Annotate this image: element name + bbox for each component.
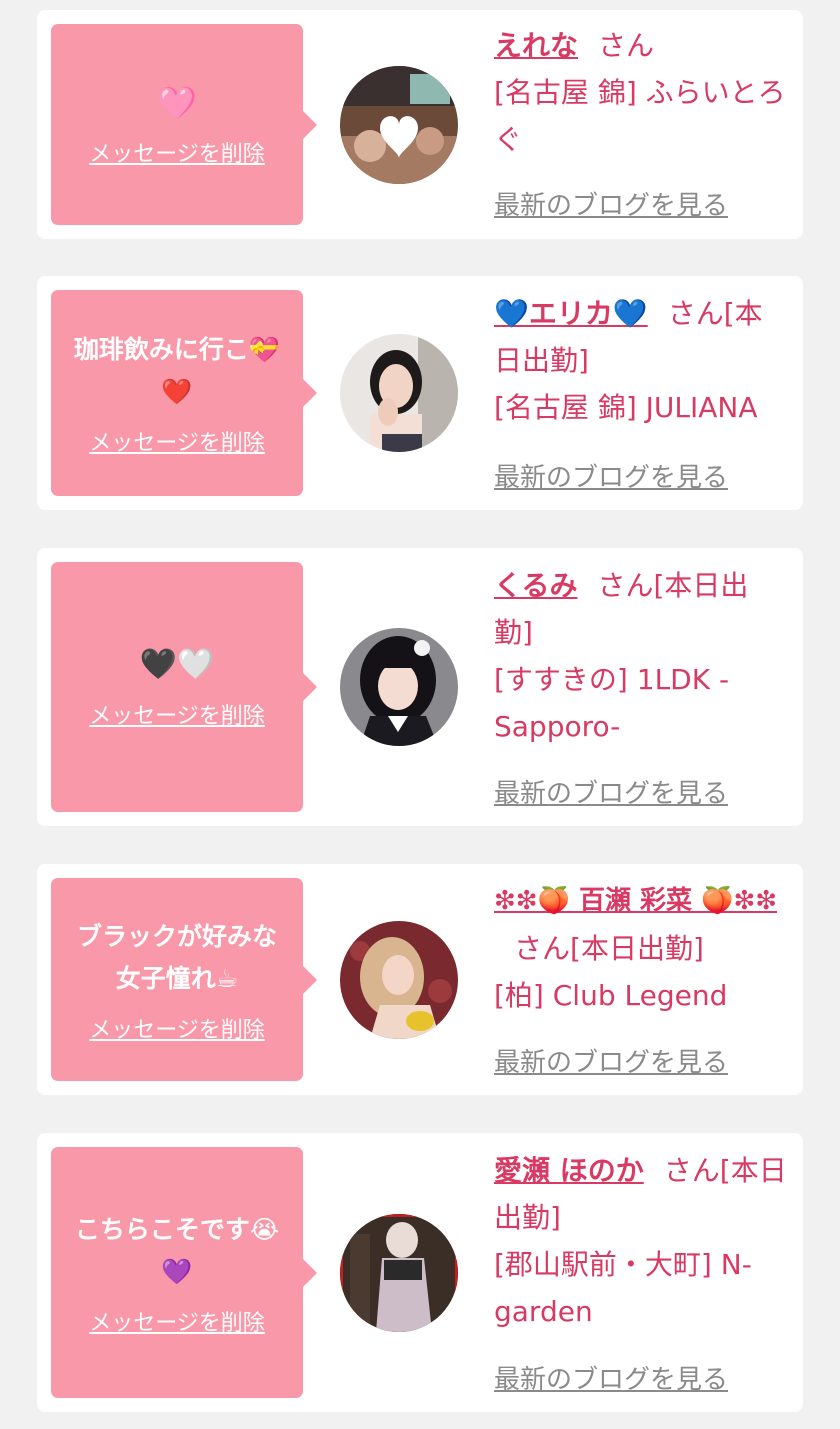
sender-info: くるみ さん[本日出勤] [すすきの] 1LDK -Sapporo- bbox=[494, 562, 787, 750]
message-list: 🩷 メッセージを削除 えれな さん [名古屋 錦] ふらいとろぐ 最新のブログを見… bbox=[0, 0, 840, 1429]
profile-photo bbox=[340, 66, 458, 184]
honorific: さん bbox=[667, 297, 724, 330]
message-card: 珈琲飲みに行こ💝❤️ メッセージを削除 💙エリカ💙 さん[本日出勤] [名古屋 錦… bbox=[37, 276, 803, 510]
shop-name: [すすきの] 1LDK -Sapporo- bbox=[494, 663, 730, 743]
delete-message-link[interactable]: メッセージを削除 bbox=[89, 1305, 265, 1337]
profile-photo bbox=[340, 1214, 458, 1332]
message-card: こちらこそです😭💜 メッセージを削除 愛瀬 ほのか さん[本日出勤] [郡山駅前・… bbox=[37, 1133, 803, 1412]
shop-name: [郡山駅前・大町] N-garden bbox=[494, 1248, 752, 1328]
message-card: 🩷 メッセージを削除 えれな さん [名古屋 錦] ふらいとろぐ 最新のブログを見… bbox=[37, 10, 803, 239]
honorific: さん bbox=[663, 1154, 720, 1187]
sender-info: えれな さん [名古屋 錦] ふらいとろぐ bbox=[494, 22, 787, 163]
honorific: さん bbox=[598, 29, 655, 62]
message-bubble: 珈琲飲みに行こ💝❤️ メッセージを削除 bbox=[51, 290, 317, 496]
message-text: 🖤🤍 bbox=[139, 647, 215, 682]
avatar[interactable] bbox=[340, 1214, 458, 1332]
profile-photo bbox=[340, 334, 458, 452]
latest-blog-link[interactable]: 最新のブログを見る bbox=[494, 1042, 728, 1079]
honorific: さん bbox=[597, 569, 654, 602]
shop-name: [名古屋 錦] ふらいとろぐ bbox=[494, 76, 786, 156]
latest-blog-link[interactable]: 最新のブログを見る bbox=[494, 1359, 728, 1396]
message-text: ブラックが好みな女子憧れ☕ bbox=[76, 921, 277, 993]
sender-info: 💙エリカ💙 さん[本日出勤] [名古屋 錦] JULIANA bbox=[494, 290, 787, 431]
shop-name: [名古屋 錦] JULIANA bbox=[494, 391, 758, 424]
honorific: さん bbox=[514, 932, 571, 965]
sender-name-link[interactable]: 愛瀬 ほのか bbox=[494, 1154, 644, 1187]
sender-info: ❇❇🍑 百瀬 彩菜 🍑❇❇ さん[本日出勤] [柏] Club Legend bbox=[494, 876, 787, 1019]
delete-message-link[interactable]: メッセージを削除 bbox=[89, 698, 265, 730]
message-bubble: ブラックが好みな女子憧れ☕ メッセージを削除 bbox=[51, 878, 317, 1081]
latest-blog-link[interactable]: 最新のブログを見る bbox=[494, 185, 728, 222]
delete-message-link[interactable]: メッセージを削除 bbox=[89, 136, 265, 168]
shop-name: [柏] Club Legend bbox=[494, 979, 728, 1012]
sender-info: 愛瀬 ほのか さん[本日出勤] [郡山駅前・大町] N-garden bbox=[494, 1147, 787, 1335]
sender-name-link[interactable]: えれな bbox=[494, 29, 578, 62]
sender-name-link[interactable]: 💙エリカ💙 bbox=[494, 297, 648, 330]
avatar[interactable] bbox=[340, 66, 458, 184]
profile-photo bbox=[340, 628, 458, 746]
profile-photo bbox=[340, 921, 458, 1039]
avatar[interactable] bbox=[340, 628, 458, 746]
delete-message-link[interactable]: メッセージを削除 bbox=[89, 425, 265, 457]
sender-name-link[interactable]: ❇❇🍑 百瀬 彩菜 🍑❇❇ bbox=[494, 886, 777, 916]
sender-name-link[interactable]: くるみ bbox=[494, 569, 577, 602]
message-bubble: 🩷 メッセージを削除 bbox=[51, 24, 317, 225]
message-bubble: 🖤🤍 メッセージを削除 bbox=[51, 562, 317, 812]
message-text: 珈琲飲みに行こ💝❤️ bbox=[73, 335, 281, 406]
work-status: [本日出勤] bbox=[570, 932, 704, 965]
message-text: 🩷 bbox=[157, 83, 197, 122]
message-text: こちらこそです😭💜 bbox=[74, 1214, 280, 1286]
message-card: ブラックが好みな女子憧れ☕ メッセージを削除 ❇❇🍑 百瀬 彩菜 🍑❇❇ さん[本… bbox=[37, 864, 803, 1095]
message-bubble: こちらこそです😭💜 メッセージを削除 bbox=[51, 1147, 317, 1398]
message-card: 🖤🤍 メッセージを削除 くるみ さん[本日出勤] [すすきの] 1LDK -Sap… bbox=[37, 548, 803, 826]
avatar[interactable] bbox=[340, 921, 458, 1039]
latest-blog-link[interactable]: 最新のブログを見る bbox=[494, 457, 728, 494]
avatar[interactable] bbox=[340, 334, 458, 452]
latest-blog-link[interactable]: 最新のブログを見る bbox=[494, 773, 728, 810]
delete-message-link[interactable]: メッセージを削除 bbox=[89, 1012, 265, 1044]
